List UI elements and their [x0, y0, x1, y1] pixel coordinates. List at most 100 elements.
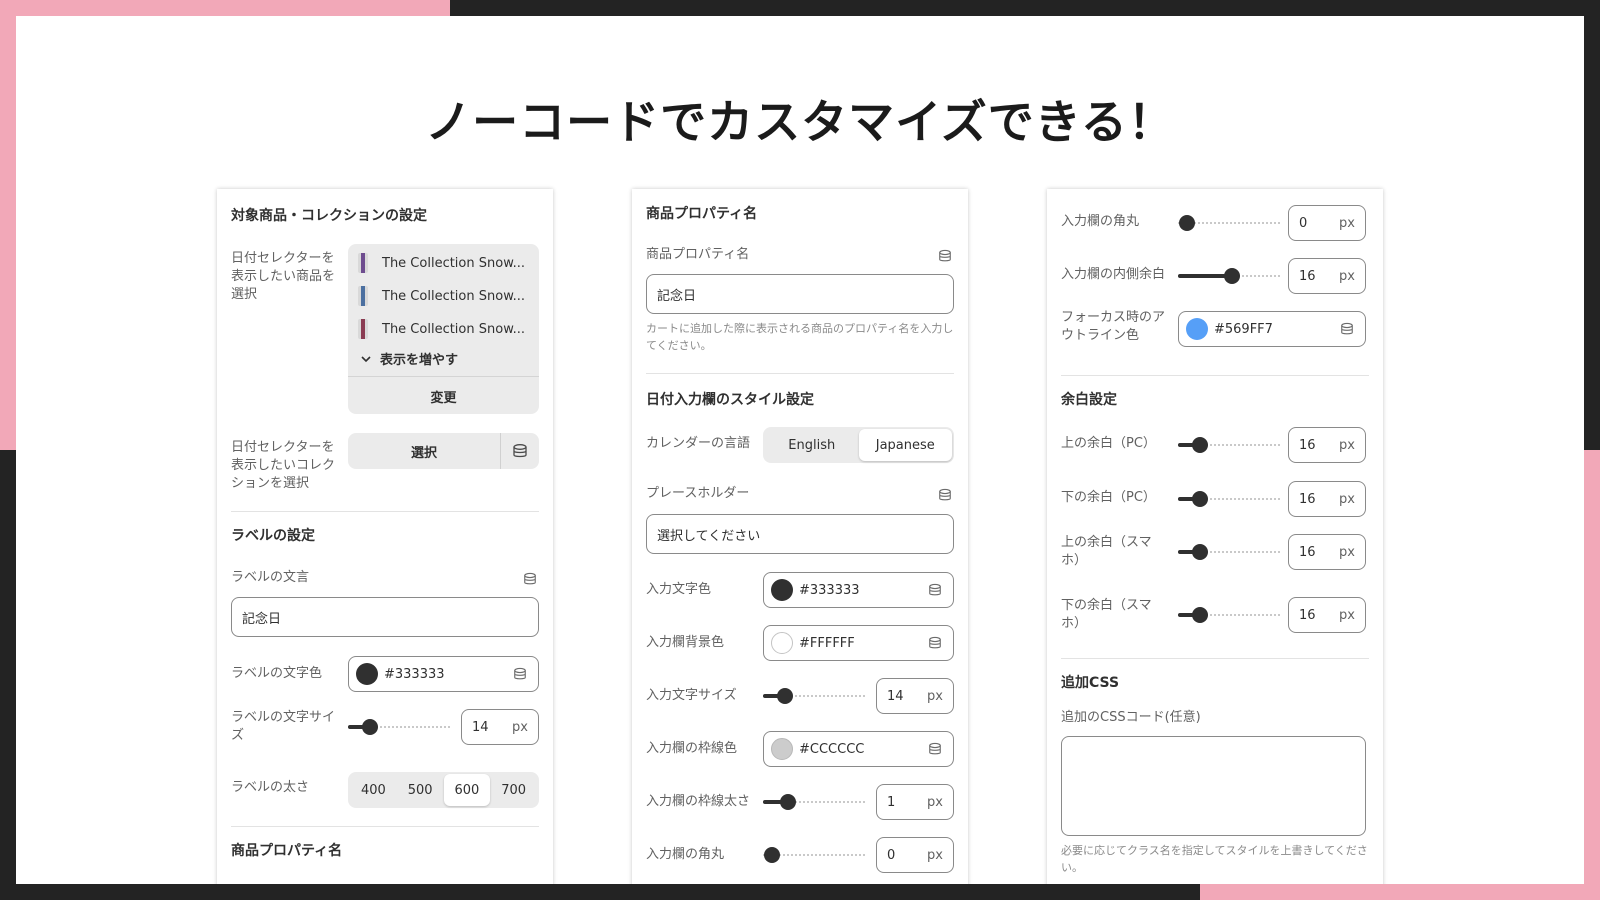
weight-option-600[interactable]: 600	[443, 774, 491, 806]
radius-slider[interactable]	[1178, 213, 1280, 233]
padding-input[interactable]: 16 px	[1288, 258, 1366, 294]
product-thumbnail	[358, 319, 368, 339]
calendar-lang-segmented: English Japanese	[763, 427, 954, 463]
slider-thumb[interactable]	[1192, 607, 1208, 623]
chevron-down-icon	[361, 355, 371, 362]
border-width-slider[interactable]	[763, 792, 865, 812]
database-icon[interactable]	[1339, 322, 1355, 336]
dynamic-source-button[interactable]	[501, 433, 539, 469]
slider-thumb[interactable]	[780, 794, 796, 810]
color-swatch[interactable]	[771, 632, 793, 654]
label-color-value: #333333	[384, 666, 445, 682]
prop-name-input[interactable]: 記念日	[646, 274, 954, 314]
collection-select-label: 日付セレクターを表示したいコレクションを選択	[231, 440, 336, 491]
focus-color-label: フォーカス時のアウトライン色	[1061, 310, 1166, 343]
prop-name-label: 商品プロパティ名	[646, 247, 750, 262]
margin-top-pc-input[interactable]: 16 px	[1288, 427, 1366, 463]
margin-bottom-sp-label: 下の余白（スマホ）	[1061, 598, 1152, 631]
margin-bottom-sp-input[interactable]: 16 px	[1288, 597, 1366, 633]
settings-panel-input-style: 商品プロパティ名 商品プロパティ名 記念日 カートに追加した際に表示される商品の…	[632, 189, 968, 884]
margin-bottom-sp-slider[interactable]	[1178, 605, 1280, 625]
label-size-input[interactable]: 14 px	[461, 709, 539, 745]
color-swatch[interactable]	[1186, 318, 1208, 340]
label-text-input[interactable]: 記念日	[231, 597, 539, 637]
border-width-input[interactable]: 1 px	[876, 784, 954, 820]
label-size-label: ラベルの文字サイズ	[231, 710, 336, 743]
label-weight-label: ラベルの太さ	[231, 780, 310, 795]
text-color-field[interactable]: #333333	[763, 572, 954, 608]
border-color-label: 入力欄の枠線色	[646, 741, 738, 756]
radius-label: 入力欄の角丸	[646, 847, 725, 862]
margin-top-sp-slider[interactable]	[1178, 542, 1280, 562]
focus-color-field[interactable]: #569FF7	[1178, 311, 1366, 347]
bg-color-label: 入力欄背景色	[646, 635, 725, 650]
slider-thumb[interactable]	[764, 847, 780, 863]
prop-name-help: カートに追加した際に表示される商品のプロパティ名を入力してください。	[646, 322, 954, 352]
text-size-slider[interactable]	[763, 686, 865, 706]
slider-thumb[interactable]	[777, 688, 793, 704]
section-title-margin: 余白設定	[1061, 392, 1117, 408]
show-more-link[interactable]: 表示を増やす	[360, 349, 458, 368]
css-code-textarea[interactable]	[1061, 736, 1366, 836]
database-icon[interactable]	[512, 667, 528, 681]
database-icon[interactable]	[937, 249, 953, 263]
database-icon[interactable]	[522, 572, 538, 586]
product-item[interactable]: The Collection Snow...	[358, 286, 525, 306]
color-swatch[interactable]	[356, 663, 378, 685]
change-button[interactable]: 変更	[348, 378, 539, 414]
database-icon[interactable]	[927, 636, 943, 650]
divider	[231, 511, 539, 512]
settings-panel-margin-css: 入力欄の角丸 0 px 入力欄の内側余白 16 px フォーカス時のアウトライン色 …	[1047, 189, 1383, 884]
label-color-field[interactable]: #333333	[348, 656, 539, 692]
margin-top-sp-input[interactable]: 16 px	[1288, 534, 1366, 570]
weight-option-500[interactable]: 500	[397, 774, 444, 806]
database-icon[interactable]	[937, 488, 953, 502]
margin-top-pc-slider[interactable]	[1178, 435, 1280, 455]
section-title-label: ラベルの設定	[231, 528, 315, 544]
lang-option-japanese[interactable]: Japanese	[858, 429, 952, 461]
page-title: ノーコードでカスタマイズできる！	[425, 95, 1175, 149]
placeholder-label: プレースホルダー	[646, 486, 750, 501]
weight-option-400[interactable]: 400	[350, 774, 397, 806]
database-icon[interactable]	[927, 583, 943, 597]
slider-thumb[interactable]	[1192, 491, 1208, 507]
slider-thumb[interactable]	[1192, 544, 1208, 560]
text-size-input[interactable]: 14 px	[876, 678, 954, 714]
product-name: The Collection Snow...	[382, 255, 526, 271]
slider-thumb[interactable]	[1179, 215, 1195, 231]
radius-input[interactable]: 0 px	[1288, 205, 1366, 241]
text-color-label: 入力文字色	[646, 582, 712, 597]
border-color-field[interactable]: #CCCCCC	[763, 731, 954, 767]
color-swatch[interactable]	[771, 579, 793, 601]
divider	[646, 373, 954, 374]
product-name: The Collection Snow...	[382, 321, 526, 337]
lang-option-english[interactable]: English	[765, 429, 859, 461]
margin-bottom-pc-slider[interactable]	[1178, 489, 1280, 509]
bg-color-field[interactable]: #FFFFFF	[763, 625, 954, 661]
section-title-prop: 商品プロパティ名	[231, 843, 343, 859]
slider-thumb[interactable]	[1224, 268, 1240, 284]
padding-label: 入力欄の内側余白	[1061, 267, 1166, 282]
section-title-prop: 商品プロパティ名	[646, 206, 758, 222]
css-code-help: 必要に応じてクラス名を指定してスタイルを上書きしてください。	[1061, 844, 1368, 874]
label-size-slider[interactable]	[348, 717, 450, 737]
product-item[interactable]: The Collection Snow...	[358, 319, 525, 339]
slider-thumb[interactable]	[1192, 437, 1208, 453]
database-icon[interactable]	[927, 742, 943, 756]
weight-option-700[interactable]: 700	[490, 774, 537, 806]
slider-thumb[interactable]	[362, 719, 378, 735]
product-name: The Collection Snow...	[382, 288, 526, 304]
color-swatch[interactable]	[771, 738, 793, 760]
product-list-box: The Collection Snow... The Collection Sn…	[348, 244, 539, 414]
radius-input[interactable]: 0 px	[876, 837, 954, 873]
calendar-lang-label: カレンダーの言語	[646, 436, 751, 451]
slide-canvas: ノーコードでカスタマイズできる！ 対象商品・コレクションの設定 日付セレクターを…	[16, 16, 1584, 884]
placeholder-input[interactable]: 選択してください	[646, 514, 954, 554]
collection-select-button[interactable]: 選択	[348, 433, 501, 469]
padding-slider[interactable]	[1178, 266, 1280, 286]
product-select-label: 日付セレクターを表示したい商品を選択	[231, 251, 336, 302]
section-title-style: 日付入力欄のスタイル設定	[646, 392, 814, 408]
radius-slider[interactable]	[763, 845, 865, 865]
product-item[interactable]: The Collection Snow...	[358, 253, 525, 273]
margin-bottom-pc-input[interactable]: 16 px	[1288, 481, 1366, 517]
